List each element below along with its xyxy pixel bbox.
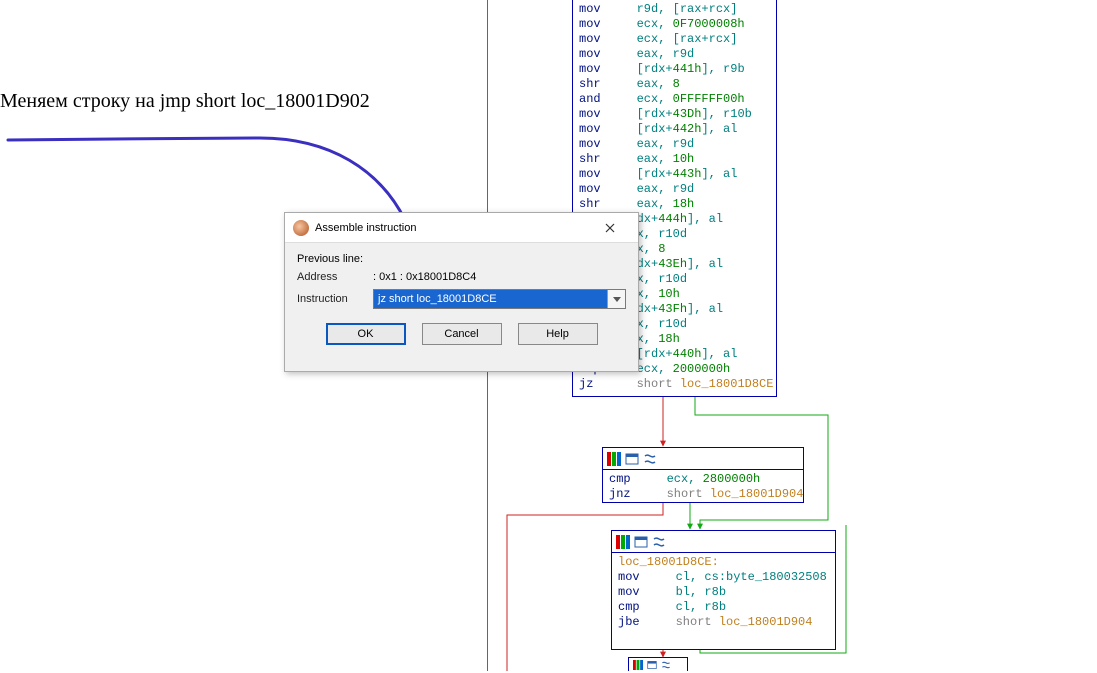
address-label: Address <box>297 271 365 283</box>
color-icon <box>633 660 643 670</box>
disasm-block-mid[interactable]: cmp ecx, 2800000hjnz short loc_18001D904 <box>602 447 804 503</box>
window-icon <box>647 660 657 670</box>
close-icon <box>605 223 615 233</box>
disasm-code-mid: cmp ecx, 2800000hjnz short loc_18001D904 <box>603 470 803 506</box>
address-value: : 0x1 : 0x18001D8C4 <box>373 271 476 283</box>
window-icon <box>625 452 639 466</box>
ida-app-icon <box>293 220 309 236</box>
flow-icon <box>661 660 671 670</box>
color-icon <box>607 452 621 466</box>
cancel-button[interactable]: Cancel <box>422 323 502 345</box>
handwritten-annotation: Меняем строку на jmp short loc_18001D902 <box>0 90 370 113</box>
dialog-titlebar[interactable]: Assemble instruction <box>285 213 638 243</box>
color-icon <box>616 535 630 549</box>
dialog-title: Assemble instruction <box>315 222 417 234</box>
previous-line-label: Previous line: <box>297 253 363 265</box>
ok-button[interactable]: OK <box>326 323 406 345</box>
flow-icon <box>643 452 657 466</box>
instruction-label: Instruction <box>297 293 365 305</box>
help-button[interactable]: Help <box>518 323 598 345</box>
instruction-input[interactable]: jz short loc_18001D8CE <box>374 290 607 308</box>
disasm-block-stub[interactable] <box>628 657 688 671</box>
block-titlebar <box>612 531 835 553</box>
chevron-down-icon <box>613 297 621 302</box>
block-titlebar <box>603 448 803 470</box>
disasm-code-low: loc_18001D8CE:mov cl, cs:byte_180032508m… <box>612 553 835 634</box>
assemble-instruction-dialog: Assemble instruction Previous line: Addr… <box>284 212 639 372</box>
window-icon <box>634 535 648 549</box>
block-titlebar <box>629 658 687 672</box>
close-button[interactable] <box>590 214 630 242</box>
flow-icon <box>652 535 666 549</box>
instruction-combobox[interactable]: jz short loc_18001D8CE <box>373 289 626 309</box>
disasm-block-low[interactable]: loc_18001D8CE:mov cl, cs:byte_180032508m… <box>611 530 836 650</box>
dropdown-button[interactable] <box>607 290 625 308</box>
